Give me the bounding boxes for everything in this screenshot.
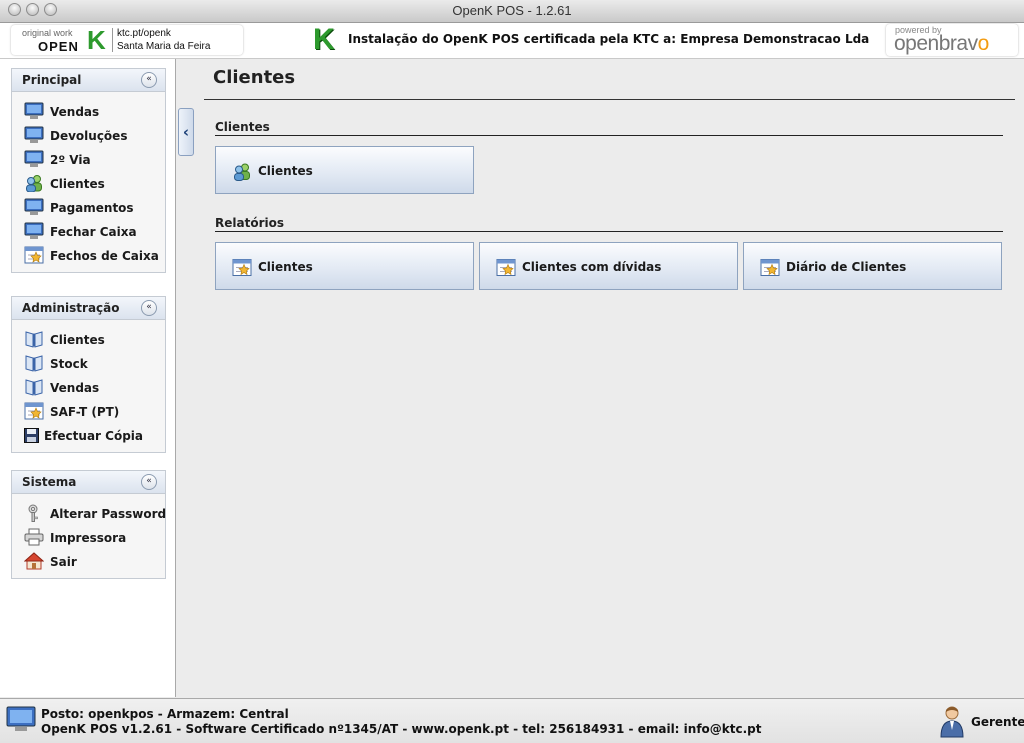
monitor-icon [24,198,44,215]
home-icon [24,552,44,570]
sidebar-item-label: Pagamentos [50,201,134,215]
button-label: Diário de Clientes [786,260,907,274]
sidebar-item-clientes[interactable]: Clientes [12,172,165,196]
sidebar-item-label: 2º Via [50,153,91,167]
group-title: Sistema [22,475,77,489]
section-divider [215,135,1003,136]
collapse-icon[interactable]: « [141,474,157,490]
logo-open-text: OPEN [38,39,79,54]
users-icon [26,175,42,192]
status-posto: Posto: openkpos - Armazem: Central [41,707,289,721]
floppy-icon [24,428,39,443]
sidebar-item-label: Clientes [50,333,105,347]
monitor-icon [24,222,44,239]
sidebar-item-impressora[interactable]: Impressora [12,526,165,550]
logo-url: ktc.pt/openk [117,28,171,39]
user-icon [940,706,964,738]
monitor-icon [6,706,36,731]
sidebar-item-label: Efectuar Cópia [44,429,143,443]
section-label-clientes: Clientes [215,120,270,134]
sidebar-item-label: Clientes [50,177,105,191]
logo-k-mark: K [87,25,106,55]
button-label: Clientes [258,164,313,178]
key-icon [28,504,38,522]
window-titlebar: OpenK POS - 1.2.61 [0,0,1024,23]
sidebar-item-label: Alterar Password [50,507,167,521]
page-title: Clientes [213,67,296,88]
report-icon [232,259,252,276]
group-header[interactable]: Principal « [12,69,165,92]
sidebar-item-fechos-de-caixa[interactable]: Fechos de Caixa [12,244,165,268]
sidebar-item-label: Fechar Caixa [50,225,137,239]
sidebar-group-administracao: Administração « Clientes Stock Vendas SA… [11,296,166,453]
group-title: Administração [22,301,120,315]
openbravo-brand: openbravo [894,32,989,56]
monitor-icon [24,150,44,167]
report-clientes-button[interactable]: Clientes [215,242,474,290]
button-label: Clientes com dívidas [522,260,662,274]
sidebar-item-sair[interactable]: Sair [12,550,165,574]
logo-divider [112,28,113,52]
report-icon [760,259,780,276]
openbravo-logo: powered by openbravo [886,24,1018,56]
certification-text: Instalação do OpenK POS certificada pela… [348,32,870,46]
current-user[interactable]: Gerente [971,715,1024,729]
sidebar-toggle-button[interactable]: ‹ [178,108,194,156]
title-divider [204,99,1015,100]
sidebar-item-pagamentos[interactable]: Pagamentos [12,196,165,220]
sidebar-group-sistema: Sistema « Alterar Password Impressora Sa… [11,470,166,579]
sidebar-item-label: Vendas [50,105,100,119]
book-icon [25,331,43,348]
report-diario-de-clientes-button[interactable]: Diário de Clientes [743,242,1002,290]
sidebar-item-admin-clientes[interactable]: Clientes [12,328,165,352]
book-icon [25,355,43,372]
status-bar: Posto: openkpos - Armazem: Central OpenK… [0,698,1024,743]
openk-k-icon: K [313,23,335,56]
group-header[interactable]: Sistema « [12,471,165,494]
users-icon [234,163,250,181]
sidebar-item-vendas[interactable]: Vendas [12,100,165,124]
monitor-icon [24,126,44,143]
report-icon [24,402,44,420]
report-icon [24,246,44,264]
window-title: OpenK POS - 1.2.61 [452,3,572,18]
report-clientes-com-dividas-button[interactable]: Clientes com dívidas [479,242,738,290]
status-software-info: OpenK POS v1.2.61 - Software Certificado… [41,722,762,736]
sidebar-item-saf-t[interactable]: SAF-T (PT) [12,400,165,424]
sidebar-item-label: Vendas [50,381,100,395]
sidebar-item-label: Sair [50,555,77,569]
sidebar-item-label: Impressora [50,531,127,545]
section-divider [215,231,1003,232]
logo-location: Santa Maria da Feira [117,41,211,52]
sidebar-item-devolucoes[interactable]: Devoluções [12,124,165,148]
sidebar-item-label: Fechos de Caixa [50,249,159,263]
collapse-icon[interactable]: « [141,300,157,316]
collapse-icon[interactable]: « [141,72,157,88]
printer-icon [24,528,44,546]
monitor-icon [24,102,44,119]
sidebar-item-label: SAF-T (PT) [50,405,120,419]
clientes-button[interactable]: Clientes [215,146,474,194]
sidebar-group-principal: Principal « Vendas Devoluções 2º Via Cli… [11,68,166,273]
logo-original-work: original work [22,28,73,38]
openbravo-brand-start: openbrav [894,32,978,55]
group-header[interactable]: Administração « [12,297,165,320]
sidebar-item-label: Stock [50,357,88,371]
section-label-relatorios: Relatórios [215,216,284,230]
openbravo-brand-end: o [977,32,990,55]
sidebar-item-admin-vendas[interactable]: Vendas [12,376,165,400]
sidebar-item-alterar-password[interactable]: Alterar Password [12,502,167,526]
sidebar-item-efectuar-copia[interactable]: Efectuar Cópia [12,424,165,448]
button-label: Clientes [258,260,313,274]
sidebar-item-stock[interactable]: Stock [12,352,165,376]
group-title: Principal [22,73,82,87]
sidebar: Principal « Vendas Devoluções 2º Via Cli… [0,59,176,697]
book-icon [25,379,43,396]
app-header: original work OPEN K ktc.pt/openk Santa … [0,23,1024,59]
openk-logo: original work OPEN K ktc.pt/openk Santa … [11,25,243,55]
sidebar-item-fechar-caixa[interactable]: Fechar Caixa [12,220,165,244]
sidebar-item-2-via[interactable]: 2º Via [12,148,165,172]
sidebar-item-label: Devoluções [50,129,128,143]
report-icon [496,259,516,276]
